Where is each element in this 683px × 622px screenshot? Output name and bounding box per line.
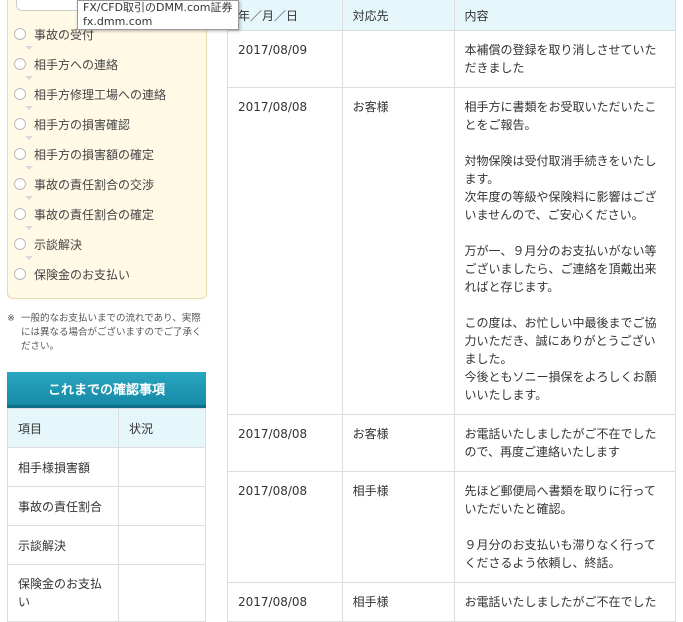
party-cell: お客様 bbox=[341, 414, 455, 472]
step-3: 相手方修理工場への連絡 bbox=[14, 82, 166, 106]
content-paragraph: この度は、お忙しい中最後までご協力いただき、誠にありがとうございました。 bbox=[464, 316, 657, 366]
table-header-row: 年／月／日 対応先 内容 bbox=[227, 0, 676, 31]
column-header-content: 内容 bbox=[453, 0, 676, 31]
date-cell: 2017/08/09 bbox=[227, 30, 343, 88]
tooltip-title: FX/CFD取引のDMM.com証券 bbox=[83, 1, 233, 14]
table-row: 示談解決 bbox=[7, 525, 206, 565]
step-arrow-icon bbox=[25, 106, 33, 110]
content-paragraph: 本補償の登録を取り消しさせていただきました bbox=[464, 43, 657, 75]
content-paragraph: お電話いたしましたがご不在でしたので、再度ご連絡いたします bbox=[464, 427, 657, 459]
step-arrow-icon bbox=[25, 76, 33, 80]
content-paragraph: 対物保険は受付取消手続きをいたします。 bbox=[464, 154, 657, 186]
item-cell: 事故の責任割合 bbox=[7, 486, 119, 526]
step-radio-icon bbox=[14, 118, 26, 130]
confirm-items-table: 項目 状況 相手様損害額 事故の責任割合 示談解決 保険金のお支払い bbox=[7, 408, 206, 622]
note-text: 一般的なお支払いまでの流れであり、実際には異なる場合がございますのでご了承くださ… bbox=[21, 313, 202, 352]
date-cell: 2017/08/08 bbox=[227, 471, 343, 583]
step-label: 事故の責任割合の交渉 bbox=[34, 177, 155, 192]
content-cell: 本補償の登録を取り消しさせていただきました bbox=[453, 30, 676, 88]
step-6: 事故の責任割合の交渉 bbox=[14, 172, 154, 196]
content-cell: お電話いたしましたがご不在でしたので、再度ご連絡いたします bbox=[453, 414, 676, 472]
date-cell: 2017/08/08 bbox=[227, 414, 343, 472]
content-paragraph: 先ほど郵便局へ書類を取りに行っていただいたと確認。 bbox=[464, 484, 656, 516]
step-arrow-icon bbox=[25, 196, 33, 200]
table-row: 2017/08/08 相手様 先ほど郵便局へ書類を取りに行っていただいたと確認。 ９月… bbox=[227, 471, 676, 583]
status-cell bbox=[118, 564, 206, 622]
table-row: 相手様損害額 bbox=[7, 447, 206, 487]
link-tooltip: FX/CFD取引のDMM.com証券 fx.dmm.com bbox=[77, 0, 239, 30]
column-header-status: 状況 bbox=[118, 408, 206, 448]
step-label: 事故の責任割合の確定 bbox=[34, 207, 155, 222]
column-header-item: 項目 bbox=[7, 408, 119, 448]
step-7: 事故の責任割合の確定 bbox=[14, 202, 154, 226]
content-paragraph: ９月分のお支払いも滞りなく行ってくださるよう依頼し、終話。 bbox=[464, 538, 656, 570]
step-2: 相手方への連絡 bbox=[14, 52, 118, 76]
column-header-date: 年／月／日 bbox=[227, 0, 343, 31]
party-cell bbox=[341, 30, 455, 88]
step-radio-icon bbox=[14, 58, 26, 70]
step-arrow-icon bbox=[25, 256, 33, 260]
step-radio-icon bbox=[14, 268, 26, 280]
confirm-items-title: これまでの確認事項 bbox=[7, 372, 206, 408]
step-radio-icon bbox=[14, 178, 26, 190]
content-paragraph: 次年度の等級や保険料に影響はございませんので、ご安心ください。 bbox=[464, 190, 657, 222]
step-radio-icon bbox=[14, 28, 26, 40]
content-paragraph: お電話いたしましたがご不在でした bbox=[464, 595, 657, 609]
step-radio-icon bbox=[14, 88, 26, 100]
content-paragraph: 万が一、９月分のお支払いがない等ございましたら、ご連絡を頂戴出来ればと存じます。 bbox=[464, 244, 657, 294]
item-cell: 示談解決 bbox=[7, 525, 119, 565]
step-label: 相手方への連絡 bbox=[34, 57, 119, 72]
status-cell bbox=[118, 447, 206, 487]
table-row: 2017/08/08 お客様 相手方に書類をお受取いただいたことをご報告。 対物保険は… bbox=[227, 87, 676, 415]
contact-history-table: 年／月／日 対応先 内容 2017/08/09 本補償の登録を取り消しさせていただ… bbox=[227, 0, 676, 622]
step-arrow-icon bbox=[25, 136, 33, 140]
step-label: 保険金のお支払い bbox=[34, 267, 131, 282]
step-arrow-icon bbox=[25, 46, 33, 50]
date-cell: 2017/08/08 bbox=[227, 87, 343, 415]
step-radio-icon bbox=[14, 238, 26, 250]
party-cell: お客様 bbox=[341, 87, 455, 415]
note-mark: ※ bbox=[7, 313, 15, 324]
column-header-party: 対応先 bbox=[341, 0, 455, 31]
table-row: 2017/08/09 本補償の登録を取り消しさせていただきました bbox=[227, 30, 676, 88]
content-cell: 先ほど郵便局へ書類を取りに行っていただいたと確認。 ９月分のお支払いも滞りなく行っ… bbox=[453, 471, 676, 583]
step-4: 相手方の損害確認 bbox=[14, 112, 130, 136]
content-cell: 相手方に書類をお受取いただいたことをご報告。 対物保険は受付取消手続きをいたします… bbox=[453, 87, 676, 415]
step-label: 示談解決 bbox=[34, 237, 83, 252]
status-cell bbox=[118, 486, 206, 526]
table-row: 2017/08/08 お客様 お電話いたしましたがご不在でしたので、再度ご連絡いたし… bbox=[227, 414, 676, 472]
step-arrow-icon bbox=[25, 166, 33, 170]
tooltip-url: fx.dmm.com bbox=[83, 15, 153, 28]
content-paragraph: 今後ともソニー損保をよろしくお願いいたします。 bbox=[464, 370, 657, 402]
table-row: 保険金のお支払い bbox=[7, 564, 206, 622]
flow-note: ※ 一般的なお支払いまでの流れであり、実際には異なる場合がございますのでご了承く… bbox=[7, 312, 207, 354]
step-radio-icon bbox=[14, 208, 26, 220]
left-panel: 事故の受付 相手方への連絡 相手方修理工場への連絡 相手方の損害確認 相手方の損… bbox=[0, 0, 215, 622]
item-cell: 保険金のお支払い bbox=[7, 564, 119, 622]
step-9: 保険金のお支払い bbox=[14, 262, 130, 286]
content-paragraph: 相手方に書類をお受取いただいたことをご報告。 bbox=[464, 100, 657, 132]
step-label: 相手方修理工場への連絡 bbox=[34, 87, 167, 102]
party-cell: 相手様 bbox=[341, 471, 455, 583]
step-8: 示談解決 bbox=[14, 232, 82, 256]
table-header-row: 項目 状況 bbox=[7, 408, 206, 448]
step-arrow-icon bbox=[25, 226, 33, 230]
table-row: 事故の責任割合 bbox=[7, 486, 206, 526]
step-label: 相手方の損害確認 bbox=[34, 117, 131, 132]
item-cell: 相手様損害額 bbox=[7, 447, 119, 487]
step-radio-icon bbox=[14, 148, 26, 160]
status-cell bbox=[118, 525, 206, 565]
step-label: 相手方の損害額の確定 bbox=[34, 147, 155, 162]
step-5: 相手方の損害額の確定 bbox=[14, 142, 154, 166]
